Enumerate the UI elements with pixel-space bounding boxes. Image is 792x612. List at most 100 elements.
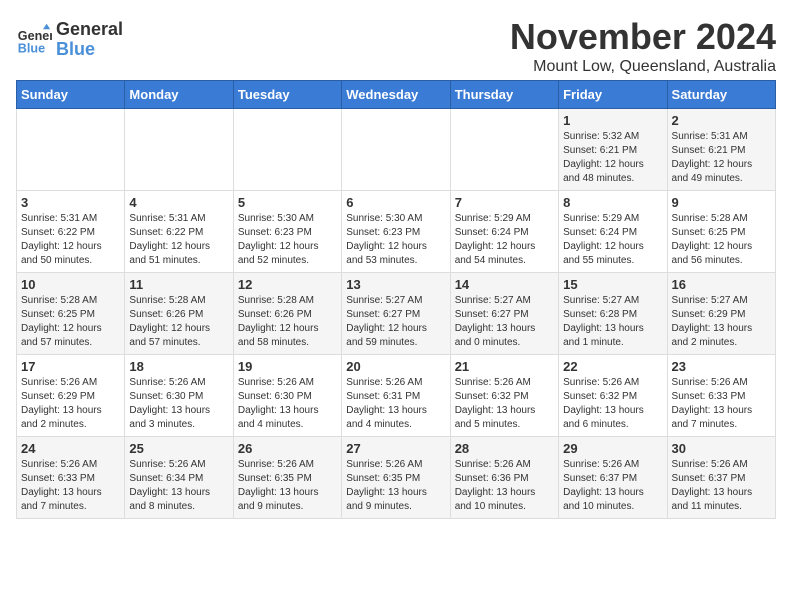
cell-content: Sunrise: 5:26 AMSunset: 6:36 PMDaylight:… bbox=[455, 458, 554, 514]
svg-text:Blue: Blue bbox=[18, 41, 45, 55]
calendar-cell: 6 Sunrise: 5:30 AMSunset: 6:23 PMDaylight… bbox=[342, 191, 450, 273]
calendar-cell: 16Sunrise: 5:27 AMSunset: 6:29 PMDayligh… bbox=[667, 273, 775, 355]
cell-content: Sunrise: 5:28 AMSunset: 6:26 PMDaylight:… bbox=[238, 294, 337, 350]
logo-blue-text: Blue bbox=[56, 40, 123, 60]
day-header-monday: Monday bbox=[125, 81, 233, 109]
day-number: 16 bbox=[672, 277, 771, 292]
calendar-cell: 13 Sunrise: 5:27 AMSunset: 6:27 PMDayligh… bbox=[342, 273, 450, 355]
day-number: 12 bbox=[238, 277, 337, 292]
calendar-cell: 30 Sunrise: 5:26 AMSunset: 6:37 PMDayligh… bbox=[667, 437, 775, 519]
day-number: 1 bbox=[563, 113, 662, 128]
day-number: 30 bbox=[672, 441, 771, 456]
calendar-cell bbox=[125, 109, 233, 191]
day-number: 3 bbox=[21, 195, 120, 210]
cell-content: Sunrise: 5:26 AMSunset: 6:34 PMDaylight:… bbox=[129, 458, 228, 514]
calendar-cell bbox=[450, 109, 558, 191]
calendar-cell: 15 Sunrise: 5:27 AMSunset: 6:28 PMDayligh… bbox=[559, 273, 667, 355]
calendar-cell: 4 Sunrise: 5:31 AMSunset: 6:22 PMDaylight… bbox=[125, 191, 233, 273]
cell-content: Sunrise: 5:27 AMSunset: 6:27 PMDaylight:… bbox=[346, 294, 445, 350]
cell-content: Sunrise: 5:26 AMSunset: 6:31 PMDaylight:… bbox=[346, 376, 445, 432]
day-number: 11 bbox=[129, 277, 228, 292]
day-header-saturday: Saturday bbox=[667, 81, 775, 109]
day-number: 24 bbox=[21, 441, 120, 456]
calendar-cell: 9 Sunrise: 5:28 AMSunset: 6:25 PMDaylight… bbox=[667, 191, 775, 273]
cell-content: Sunrise: 5:27 AMSunset: 6:28 PMDaylight:… bbox=[563, 294, 662, 350]
day-number: 9 bbox=[672, 195, 771, 210]
day-number: 5 bbox=[238, 195, 337, 210]
day-header-sunday: Sunday bbox=[17, 81, 125, 109]
cell-content: Sunrise: 5:28 AMSunset: 6:25 PMDaylight:… bbox=[672, 212, 771, 268]
calendar-cell: 8 Sunrise: 5:29 AMSunset: 6:24 PMDaylight… bbox=[559, 191, 667, 273]
cell-content: Sunrise: 5:31 AMSunset: 6:22 PMDaylight:… bbox=[129, 212, 228, 268]
calendar-cell: 2 Sunrise: 5:31 AMSunset: 6:21 PMDaylight… bbox=[667, 109, 775, 191]
day-number: 13 bbox=[346, 277, 445, 292]
day-number: 29 bbox=[563, 441, 662, 456]
calendar-cell: 12 Sunrise: 5:28 AMSunset: 6:26 PMDayligh… bbox=[233, 273, 341, 355]
cell-content: Sunrise: 5:26 AMSunset: 6:30 PMDaylight:… bbox=[238, 376, 337, 432]
day-number: 20 bbox=[346, 359, 445, 374]
cell-content: Sunrise: 5:26 AMSunset: 6:29 PMDaylight:… bbox=[21, 376, 120, 432]
calendar-cell: 7 Sunrise: 5:29 AMSunset: 6:24 PMDaylight… bbox=[450, 191, 558, 273]
calendar-cell: 11 Sunrise: 5:28 AMSunset: 6:26 PMDayligh… bbox=[125, 273, 233, 355]
day-number: 15 bbox=[563, 277, 662, 292]
cell-content: Sunrise: 5:28 AMSunset: 6:26 PMDaylight:… bbox=[129, 294, 228, 350]
calendar-week-row: 3 Sunrise: 5:31 AMSunset: 6:22 PMDaylight… bbox=[17, 191, 776, 273]
cell-content: Sunrise: 5:31 AMSunset: 6:21 PMDaylight:… bbox=[672, 130, 771, 186]
day-number: 7 bbox=[455, 195, 554, 210]
cell-content: Sunrise: 5:28 AMSunset: 6:25 PMDaylight:… bbox=[21, 294, 120, 350]
cell-content: Sunrise: 5:30 AMSunset: 6:23 PMDaylight:… bbox=[238, 212, 337, 268]
cell-content: Sunrise: 5:26 AMSunset: 6:33 PMDaylight:… bbox=[21, 458, 120, 514]
cell-content: Sunrise: 5:26 AMSunset: 6:37 PMDaylight:… bbox=[563, 458, 662, 514]
calendar-week-row: 24 Sunrise: 5:26 AMSunset: 6:33 PMDayligh… bbox=[17, 437, 776, 519]
day-number: 19 bbox=[238, 359, 337, 374]
title-area: November 2024 Mount Low, Queensland, Aus… bbox=[510, 16, 776, 76]
cell-content: Sunrise: 5:26 AMSunset: 6:32 PMDaylight:… bbox=[563, 376, 662, 432]
cell-content: Sunrise: 5:30 AMSunset: 6:23 PMDaylight:… bbox=[346, 212, 445, 268]
day-number: 10 bbox=[21, 277, 120, 292]
logo-general-text: General bbox=[56, 20, 123, 40]
day-number: 25 bbox=[129, 441, 228, 456]
calendar-cell: 3Sunrise: 5:31 AMSunset: 6:22 PMDaylight… bbox=[17, 191, 125, 273]
cell-content: Sunrise: 5:26 AMSunset: 6:35 PMDaylight:… bbox=[238, 458, 337, 514]
day-number: 27 bbox=[346, 441, 445, 456]
cell-content: Sunrise: 5:29 AMSunset: 6:24 PMDaylight:… bbox=[563, 212, 662, 268]
cell-content: Sunrise: 5:26 AMSunset: 6:37 PMDaylight:… bbox=[672, 458, 771, 514]
cell-content: Sunrise: 5:27 AMSunset: 6:27 PMDaylight:… bbox=[455, 294, 554, 350]
day-header-friday: Friday bbox=[559, 81, 667, 109]
day-number: 4 bbox=[129, 195, 228, 210]
day-number: 6 bbox=[346, 195, 445, 210]
day-number: 28 bbox=[455, 441, 554, 456]
calendar-week-row: 17 Sunrise: 5:26 AMSunset: 6:29 PMDayligh… bbox=[17, 355, 776, 437]
day-number: 18 bbox=[129, 359, 228, 374]
day-header-thursday: Thursday bbox=[450, 81, 558, 109]
calendar-header-row: SundayMondayTuesdayWednesdayThursdayFrid… bbox=[17, 81, 776, 109]
calendar-cell: 25 Sunrise: 5:26 AMSunset: 6:34 PMDayligh… bbox=[125, 437, 233, 519]
cell-content: Sunrise: 5:29 AMSunset: 6:24 PMDaylight:… bbox=[455, 212, 554, 268]
day-number: 14 bbox=[455, 277, 554, 292]
calendar-cell: 10 Sunrise: 5:28 AMSunset: 6:25 PMDayligh… bbox=[17, 273, 125, 355]
calendar-table: SundayMondayTuesdayWednesdayThursdayFrid… bbox=[16, 80, 776, 519]
calendar-cell: 20 Sunrise: 5:26 AMSunset: 6:31 PMDayligh… bbox=[342, 355, 450, 437]
calendar-week-row: 1Sunrise: 5:32 AMSunset: 6:21 PMDaylight… bbox=[17, 109, 776, 191]
cell-content: Sunrise: 5:26 AMSunset: 6:33 PMDaylight:… bbox=[672, 376, 771, 432]
logo: General Blue General Blue bbox=[16, 20, 123, 60]
calendar-cell: 22 Sunrise: 5:26 AMSunset: 6:32 PMDayligh… bbox=[559, 355, 667, 437]
calendar-cell: 27 Sunrise: 5:26 AMSunset: 6:35 PMDayligh… bbox=[342, 437, 450, 519]
calendar-cell: 28 Sunrise: 5:26 AMSunset: 6:36 PMDayligh… bbox=[450, 437, 558, 519]
calendar-cell bbox=[17, 109, 125, 191]
day-number: 17 bbox=[21, 359, 120, 374]
day-number: 26 bbox=[238, 441, 337, 456]
calendar-cell bbox=[342, 109, 450, 191]
calendar-cell: 17 Sunrise: 5:26 AMSunset: 6:29 PMDayligh… bbox=[17, 355, 125, 437]
calendar-cell: 23Sunrise: 5:26 AMSunset: 6:33 PMDayligh… bbox=[667, 355, 775, 437]
day-header-wednesday: Wednesday bbox=[342, 81, 450, 109]
cell-content: Sunrise: 5:26 AMSunset: 6:32 PMDaylight:… bbox=[455, 376, 554, 432]
day-number: 2 bbox=[672, 113, 771, 128]
calendar-cell: 29 Sunrise: 5:26 AMSunset: 6:37 PMDayligh… bbox=[559, 437, 667, 519]
calendar-cell bbox=[233, 109, 341, 191]
day-number: 22 bbox=[563, 359, 662, 374]
cell-content: Sunrise: 5:26 AMSunset: 6:35 PMDaylight:… bbox=[346, 458, 445, 514]
logo-text: General Blue bbox=[56, 20, 123, 60]
day-number: 8 bbox=[563, 195, 662, 210]
logo-icon: General Blue bbox=[16, 22, 52, 58]
